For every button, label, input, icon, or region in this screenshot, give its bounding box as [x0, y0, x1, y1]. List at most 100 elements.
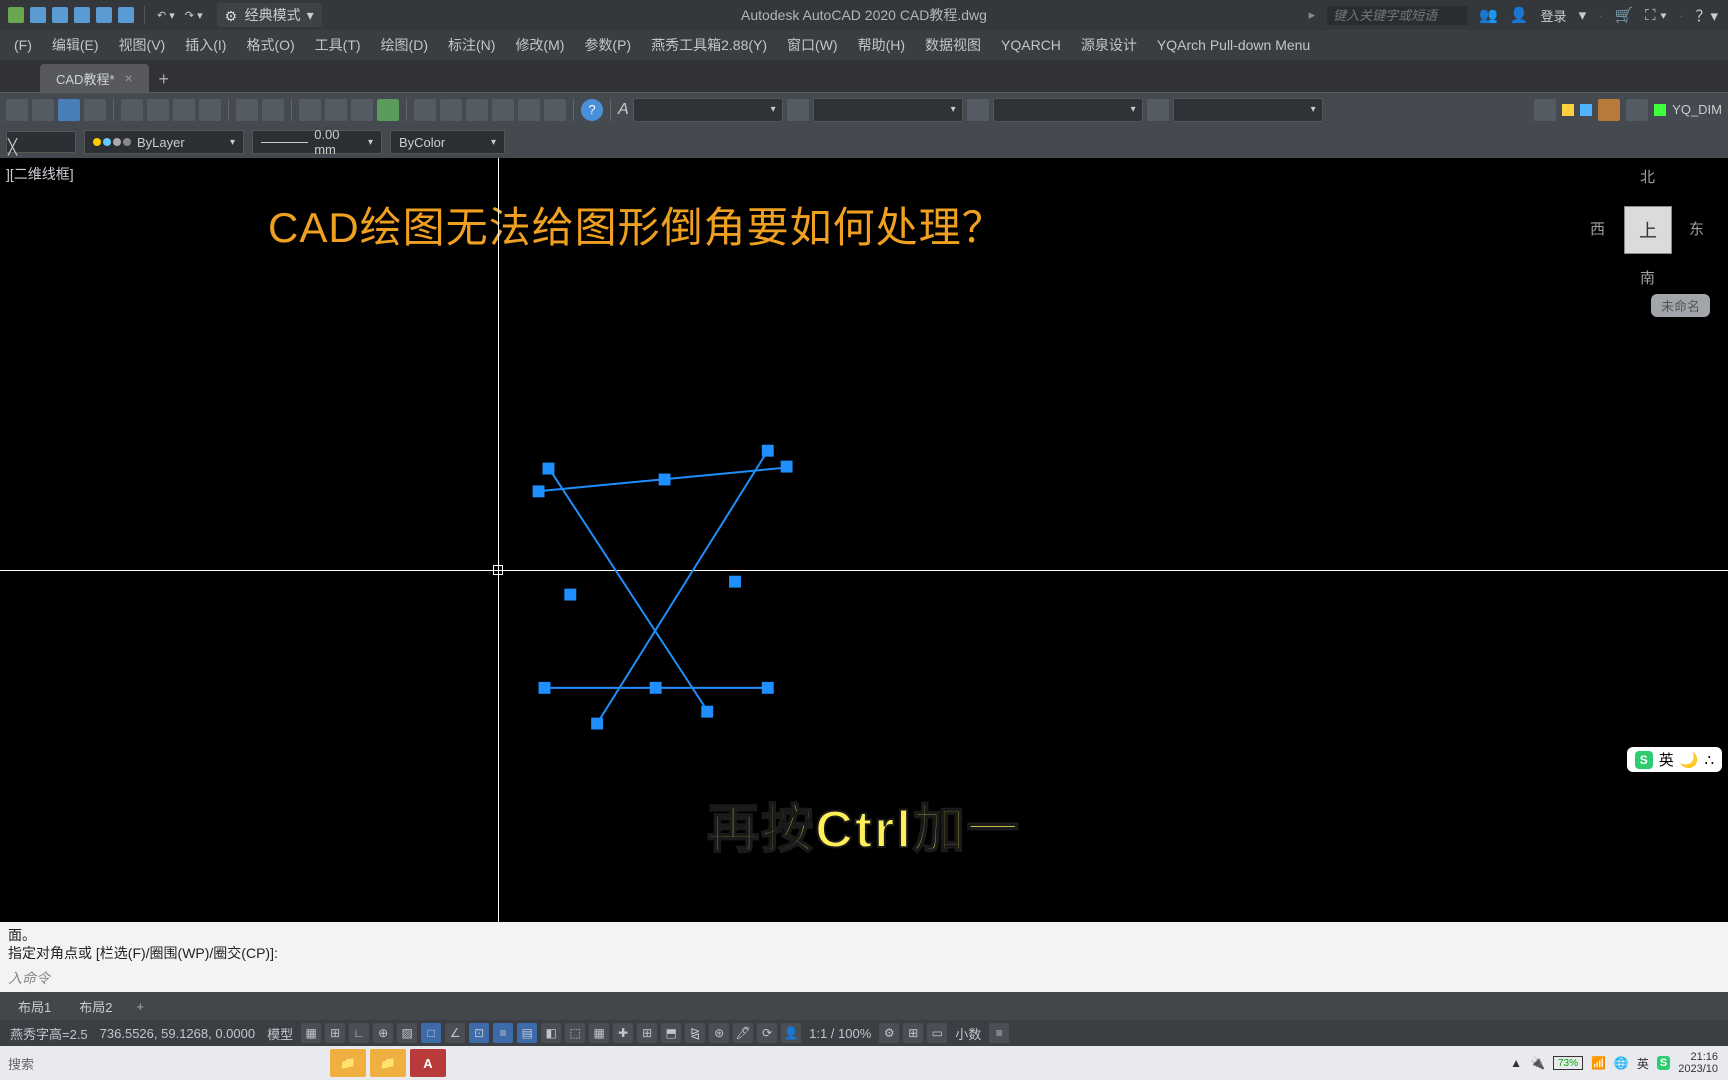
search-input[interactable]: [1327, 6, 1467, 25]
customize-icon[interactable]: ⚙: [879, 1023, 899, 1043]
cycle-icon[interactable]: ◧: [541, 1023, 561, 1043]
undo-arrow-icon[interactable]: ↶ ▾: [155, 9, 177, 22]
menu-item[interactable]: 源泉设计: [1071, 31, 1147, 59]
plot-icon[interactable]: [96, 7, 112, 23]
new-button[interactable]: [6, 99, 28, 121]
menu-item[interactable]: 工具(T): [305, 31, 371, 59]
mleaderstyle-combo[interactable]: ▾: [1173, 98, 1323, 122]
saveas-icon[interactable]: [52, 7, 68, 23]
redo-button[interactable]: [262, 99, 284, 121]
app-switcher-icon[interactable]: ⛶ ▾: [1645, 7, 1667, 24]
tray-wifi-icon[interactable]: 📶: [1591, 1056, 1606, 1070]
monitor-icon[interactable]: ▭: [927, 1023, 947, 1043]
user-icon[interactable]: 👤: [1510, 6, 1529, 24]
new-icon[interactable]: [8, 7, 24, 23]
units-label[interactable]: 小数: [951, 1024, 985, 1043]
viewcube-west[interactable]: 西: [1590, 218, 1605, 239]
taskbar-app-folder[interactable]: 📁: [330, 1049, 366, 1077]
layer-button[interactable]: [440, 99, 462, 121]
menu-item[interactable]: YQARCH: [991, 33, 1071, 57]
help-button[interactable]: ?: [581, 99, 603, 121]
dim-button[interactable]: [466, 99, 488, 121]
viewcube-east[interactable]: 东: [1689, 218, 1704, 239]
osnap-icon[interactable]: □: [421, 1023, 441, 1043]
close-icon[interactable]: ×: [125, 70, 133, 86]
menu-item[interactable]: 视图(V): [109, 31, 176, 59]
yq-tool-2[interactable]: [1598, 99, 1620, 121]
open-button[interactable]: [32, 99, 54, 121]
viewcube-face[interactable]: 上: [1624, 206, 1672, 254]
filter-icon[interactable]: ⧎: [685, 1023, 705, 1043]
layout-tab[interactable]: 布局2: [65, 993, 126, 1020]
viewcube-north[interactable]: 北: [1640, 166, 1655, 187]
menu-item[interactable]: 插入(I): [175, 31, 236, 59]
dimstyle-combo[interactable]: ▾: [813, 98, 963, 122]
orbit-button[interactable]: [351, 99, 373, 121]
ducs-icon[interactable]: ⊞: [637, 1023, 657, 1043]
workspace-selector[interactable]: 经典模式 ▾: [217, 3, 322, 27]
viewcube-unnamed[interactable]: 未命名: [1651, 294, 1710, 317]
tray-ime[interactable]: 英: [1637, 1055, 1649, 1072]
table-button[interactable]: [518, 99, 540, 121]
menu-item[interactable]: 格式(O): [236, 31, 304, 59]
undo-button[interactable]: [236, 99, 258, 121]
menu-item[interactable]: 数据视图: [915, 31, 991, 59]
viewcube-south[interactable]: 南: [1640, 267, 1655, 288]
plot-button[interactable]: [84, 99, 106, 121]
sc-icon[interactable]: ✚: [613, 1023, 633, 1043]
hatch-button[interactable]: [492, 99, 514, 121]
menu-item[interactable]: 燕秀工具箱2.88(Y): [641, 31, 777, 59]
tray-up-icon[interactable]: ▲: [1510, 1056, 1522, 1070]
menu-item[interactable]: 绘图(D): [371, 31, 438, 59]
cmd-close-icon[interactable]: ╳: [8, 138, 17, 156]
tablestyle-combo[interactable]: ▾: [993, 98, 1143, 122]
communication-icon[interactable]: 👥: [1479, 6, 1498, 24]
ws-switch-icon[interactable]: ⊞: [903, 1023, 923, 1043]
3d-icon[interactable]: ⬚: [565, 1023, 585, 1043]
iso-icon[interactable]: ▨: [397, 1023, 417, 1043]
gizmo-icon[interactable]: ⊛: [709, 1023, 729, 1043]
menu-item[interactable]: 编辑(E): [42, 31, 109, 59]
add-layout-button[interactable]: +: [126, 995, 154, 1018]
textstyle-combo[interactable]: ▾: [633, 98, 783, 122]
cmd-input[interactable]: 入命令: [0, 966, 1728, 990]
dropdown-icon[interactable]: ▾: [1579, 6, 1587, 24]
cart-icon[interactable]: 🛒: [1614, 6, 1633, 24]
lineweight-combo[interactable]: 0.00 mm ▾: [252, 130, 382, 154]
matchprop-button[interactable]: [199, 99, 221, 121]
save-icon[interactable]: [30, 7, 46, 23]
redo-arrow-icon[interactable]: ↷ ▾: [183, 9, 205, 22]
anno2-icon[interactable]: ⟳: [757, 1023, 777, 1043]
taskbar-app-folder2[interactable]: 📁: [370, 1049, 406, 1077]
anno-icon[interactable]: 🖊: [733, 1023, 753, 1043]
text-button[interactable]: [544, 99, 566, 121]
paste-button[interactable]: [173, 99, 195, 121]
cut-button[interactable]: [121, 99, 143, 121]
tray-sogou-icon[interactable]: S: [1657, 1056, 1670, 1070]
yq-tool-1[interactable]: [1534, 99, 1556, 121]
menu-icon[interactable]: ≡: [989, 1023, 1009, 1043]
help-icon[interactable]: ？▾: [1695, 5, 1718, 26]
yq-yellow-icon[interactable]: [1562, 104, 1574, 116]
lw-icon[interactable]: ≡: [493, 1023, 513, 1043]
save-button[interactable]: [58, 99, 80, 121]
menu-item[interactable]: YQArch Pull-down Menu: [1147, 33, 1320, 57]
command-window[interactable]: 面。 指定对角点或 [栏选(F)/圈围(WP)/圈交(CP)]: 入命令: [0, 922, 1728, 992]
otrack-icon[interactable]: ∠: [445, 1023, 465, 1043]
yq-blue-icon[interactable]: [1580, 104, 1592, 116]
trans-icon[interactable]: ▤: [517, 1023, 537, 1043]
render-button[interactable]: [377, 99, 399, 121]
drawing-canvas[interactable]: ][二维线框] CAD绘图无法给图形倒角要如何处理？ 北: [0, 158, 1728, 922]
tray-plug-icon[interactable]: 🔌: [1530, 1056, 1545, 1070]
login-label[interactable]: 登录: [1541, 6, 1567, 25]
drawing-tab[interactable]: CAD教程* ×: [40, 64, 149, 92]
copy-button[interactable]: [147, 99, 169, 121]
polar-icon[interactable]: ⊕: [373, 1023, 393, 1043]
zoom-scale[interactable]: 1:1 / 100%: [805, 1026, 875, 1041]
colormode-combo[interactable]: ByColor ▾: [390, 130, 505, 154]
yq-tool-3[interactable]: [1626, 99, 1648, 121]
ortho-icon[interactable]: ∟: [349, 1023, 369, 1043]
viewcube[interactable]: 北 南 西 东 上: [1582, 162, 1712, 292]
group-icon[interactable]: ⬒: [661, 1023, 681, 1043]
menu-item[interactable]: 参数(P): [574, 31, 641, 59]
